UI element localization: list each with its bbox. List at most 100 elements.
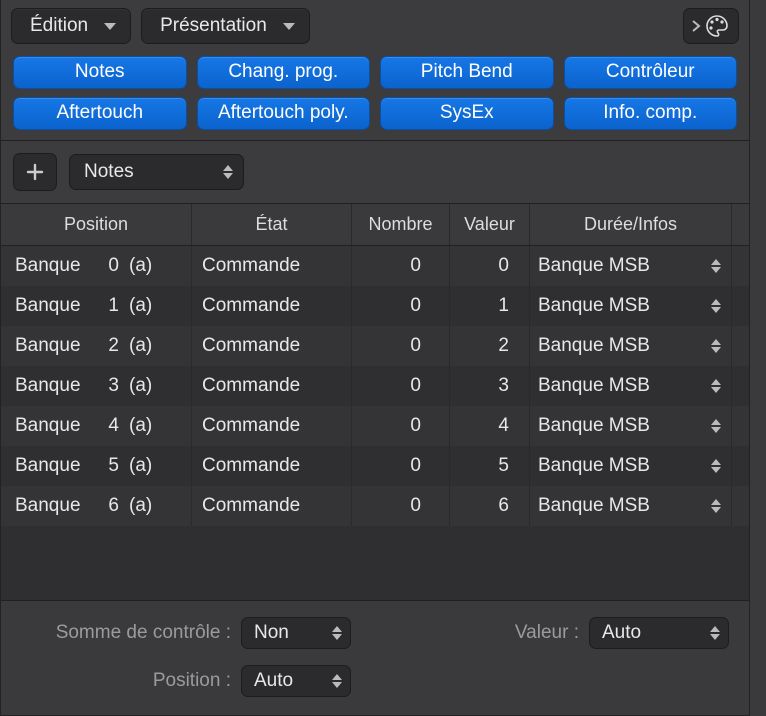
filter-aftertouch[interactable]: Aftertouch <box>13 97 187 130</box>
cell-duree[interactable]: Banque MSB <box>529 406 731 446</box>
position-number: 0 <box>91 255 125 277</box>
cell-position[interactable]: Banque0(a) <box>1 246 191 286</box>
position-name: Banque <box>15 335 91 357</box>
cell-nombre[interactable]: 0 <box>351 406 449 446</box>
position-suffix: (a) <box>125 335 165 357</box>
event-list-panel: Édition Présentation Notes Chang. prog. … <box>0 0 750 716</box>
position-select[interactable]: Auto <box>241 665 351 697</box>
header-nombre[interactable]: Nombre <box>351 204 449 245</box>
cell-position[interactable]: Banque1(a) <box>1 286 191 326</box>
filter-meta[interactable]: Info. comp. <box>564 97 738 130</box>
cell-position[interactable]: Banque4(a) <box>1 406 191 446</box>
valeur-label: Valeur : <box>489 622 589 644</box>
cell-etat[interactable]: Commande <box>191 246 351 286</box>
cell-etat[interactable]: Commande <box>191 486 351 526</box>
edition-menu-label: Édition <box>30 15 88 37</box>
event-table: Position État Nombre Valeur Durée/Infos … <box>1 203 749 600</box>
cell-etat[interactable]: Commande <box>191 286 351 326</box>
cell-duree[interactable]: Banque MSB <box>529 326 731 366</box>
cell-nombre[interactable]: 0 <box>351 486 449 526</box>
event-type-value: Notes <box>84 161 134 183</box>
position-number: 5 <box>91 455 125 477</box>
footer: Somme de contrôle : Non Valeur : Auto Po… <box>1 600 749 715</box>
cell-position[interactable]: Banque5(a) <box>1 446 191 486</box>
table-row[interactable]: Banque1(a)Commande01Banque MSB <box>1 286 749 326</box>
filter-notes[interactable]: Notes <box>13 56 187 89</box>
cell-valeur[interactable]: 0 <box>449 246 529 286</box>
cell-etat[interactable]: Commande <box>191 366 351 406</box>
cell-valeur[interactable]: 5 <box>449 446 529 486</box>
stepper-icon[interactable] <box>711 499 721 513</box>
stepper-icon[interactable] <box>711 379 721 393</box>
table-row[interactable]: Banque3(a)Commande03Banque MSB <box>1 366 749 406</box>
cell-nombre[interactable]: 0 <box>351 446 449 486</box>
stepper-icon[interactable] <box>711 419 721 433</box>
cell-etat[interactable]: Commande <box>191 406 351 446</box>
filter-controller[interactable]: Contrôleur <box>564 56 738 89</box>
cell-etat[interactable]: Commande <box>191 326 351 366</box>
table-row[interactable]: Banque6(a)Commande06Banque MSB <box>1 486 749 526</box>
cell-position[interactable]: Banque6(a) <box>1 486 191 526</box>
table-row[interactable]: Banque2(a)Commande02 Banque MSB <box>1 326 749 366</box>
stepper-icon <box>710 626 720 640</box>
cell-duree[interactable]: Banque MSB <box>529 486 731 526</box>
cell-duree[interactable]: Banque MSB <box>529 286 731 326</box>
position-suffix: (a) <box>125 495 165 517</box>
duree-value: Banque MSB <box>538 415 650 437</box>
cell-position[interactable]: Banque2(a) <box>1 326 191 366</box>
cell-valeur[interactable]: 3 <box>449 366 529 406</box>
header-etat[interactable]: État <box>191 204 351 245</box>
filter-row-2: Aftertouch Aftertouch poly. SysEx Info. … <box>13 97 737 130</box>
table-row[interactable]: Banque0(a)Commande00Banque MSB <box>1 246 749 286</box>
cell-valeur[interactable]: 2 <box>449 326 529 366</box>
cell-valeur[interactable]: 6 <box>449 486 529 526</box>
cell-duree[interactable]: Banque MSB <box>529 246 731 286</box>
palette-icon <box>704 13 730 39</box>
filter-pitch-bend[interactable]: Pitch Bend <box>380 56 554 89</box>
cell-valeur[interactable]: 1 <box>449 286 529 326</box>
cell-duree[interactable]: Banque MSB <box>529 446 731 486</box>
stepper-icon[interactable] <box>711 259 721 273</box>
header-valeur[interactable]: Valeur <box>449 204 529 245</box>
cell-end <box>731 326 749 366</box>
add-event-button[interactable] <box>13 153 57 191</box>
position-number: 1 <box>91 295 125 317</box>
cell-position[interactable]: Banque3(a) <box>1 366 191 406</box>
valeur-value: Auto <box>602 622 641 644</box>
cell-valeur[interactable]: 4 <box>449 406 529 446</box>
header-position[interactable]: Position <box>1 204 191 245</box>
cell-end <box>731 406 749 446</box>
cell-nombre[interactable]: 0 <box>351 326 449 366</box>
checksum-value: Non <box>254 622 289 644</box>
edition-menu[interactable]: Édition <box>11 8 131 44</box>
table-row[interactable]: Banque4(a)Commande04Banque MSB <box>1 406 749 446</box>
cell-end <box>731 446 749 486</box>
filter-poly-aftertouch[interactable]: Aftertouch poly. <box>197 97 371 130</box>
cell-etat[interactable]: Commande <box>191 446 351 486</box>
cell-nombre[interactable]: 0 <box>351 286 449 326</box>
filter-sysex[interactable]: SysEx <box>380 97 554 130</box>
stepper-icon[interactable] <box>711 339 721 353</box>
cell-nombre[interactable]: 0 <box>351 366 449 406</box>
checksum-select[interactable]: Non <box>241 617 351 649</box>
menubar: Édition Présentation <box>1 0 749 50</box>
color-palette-button[interactable] <box>683 8 739 44</box>
position-label: Position : <box>21 670 241 692</box>
event-filters: Notes Chang. prog. Pitch Bend Contrôleur… <box>1 50 749 140</box>
stepper-icon[interactable] <box>711 299 721 313</box>
event-type-select[interactable]: Notes <box>69 154 244 190</box>
table-header: Position État Nombre Valeur Durée/Infos <box>1 204 749 246</box>
filter-program-change[interactable]: Chang. prog. <box>197 56 371 89</box>
header-duree[interactable]: Durée/Infos <box>529 204 731 245</box>
table-row[interactable]: Banque5(a)Commande05Banque MSB <box>1 446 749 486</box>
duree-value: Banque MSB <box>538 335 650 357</box>
cell-nombre[interactable]: 0 <box>351 246 449 286</box>
stepper-icon[interactable] <box>711 459 721 473</box>
cell-duree[interactable]: Banque MSB <box>529 366 731 406</box>
table-body: Banque0(a)Commande00Banque MSBBanque1(a)… <box>1 246 749 526</box>
valeur-select[interactable]: Auto <box>589 617 729 649</box>
presentation-menu-label: Présentation <box>160 15 267 37</box>
presentation-menu[interactable]: Présentation <box>141 8 310 44</box>
duree-value: Banque MSB <box>538 455 650 477</box>
position-number: 4 <box>91 415 125 437</box>
